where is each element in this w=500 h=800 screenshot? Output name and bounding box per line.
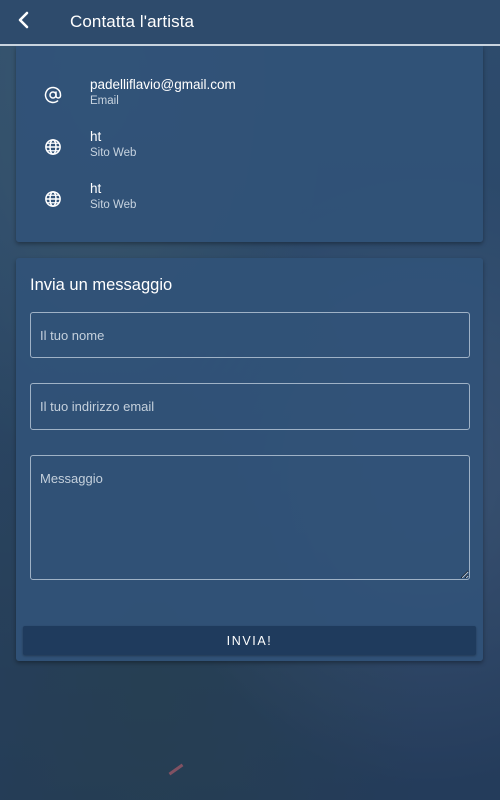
contact-info-card: padelliflavio@gmail.com Email ht Sito We…: [16, 46, 483, 242]
send-button[interactable]: INVIA!: [23, 626, 476, 655]
contact-item-website[interactable]: ht Sito Web: [16, 129, 483, 169]
contact-value: padelliflavio@gmail.com: [90, 77, 236, 92]
at-sign-icon: [43, 85, 63, 105]
contact-value: ht: [90, 181, 102, 196]
message-form-card: Invia un messaggio INVIA!: [16, 258, 483, 661]
page-title: Contatta l'artista: [70, 12, 195, 31]
contact-item-website[interactable]: ht Sito Web: [16, 181, 483, 221]
contact-caption: Sito Web: [90, 147, 137, 159]
email-input[interactable]: [30, 383, 470, 430]
form-title: Invia un messaggio: [30, 276, 173, 294]
contact-value: ht: [90, 129, 102, 144]
contact-item-email[interactable]: padelliflavio@gmail.com Email: [16, 77, 483, 117]
name-input[interactable]: [30, 312, 470, 358]
message-textarea[interactable]: [30, 455, 470, 580]
back-button[interactable]: [2, 0, 46, 44]
contact-caption: Email: [90, 95, 119, 107]
contact-caption: Sito Web: [90, 199, 137, 211]
globe-icon: [43, 137, 63, 157]
chevron-left-icon: [17, 11, 31, 34]
app-bar: Contatta l'artista: [0, 0, 500, 46]
globe-icon: [43, 189, 63, 209]
